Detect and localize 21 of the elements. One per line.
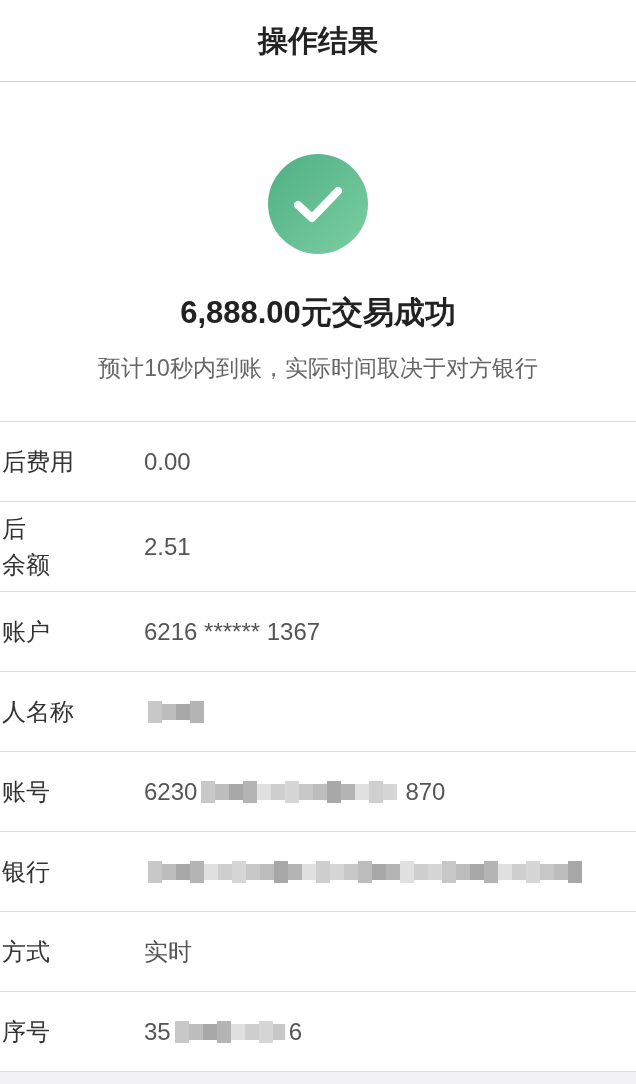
success-check-icon (268, 154, 368, 254)
detail-value: 870 (405, 776, 446, 807)
detail-label: 账户 (1, 616, 51, 647)
detail-value: 6216 ****** 1367 (144, 616, 321, 647)
detail-value: 35 (144, 1016, 171, 1047)
detail-label: 人名称 (1, 696, 75, 727)
detail-label: 方式 (1, 936, 51, 967)
redacted-text (148, 698, 204, 725)
detail-label: 序号 (1, 1016, 51, 1047)
page-title: 操作结果 (258, 23, 378, 59)
detail-value: 6230 (144, 776, 198, 807)
detail-value: 0.00 (144, 446, 191, 477)
detail-label: 账号 (1, 776, 51, 807)
detail-label: 银行 (1, 856, 51, 887)
detail-value: 实时 (144, 936, 192, 967)
detail-value: 6 (288, 1016, 303, 1047)
detail-value: 2.51 (144, 531, 191, 562)
detail-label: 后费用 (1, 446, 75, 477)
result-note: 预计10秒内到账，实际时间取决于对方银行 (98, 353, 538, 383)
result-headline: 6,888.00元交易成功 (180, 294, 456, 332)
detail-label: 后 余额 (1, 513, 51, 580)
